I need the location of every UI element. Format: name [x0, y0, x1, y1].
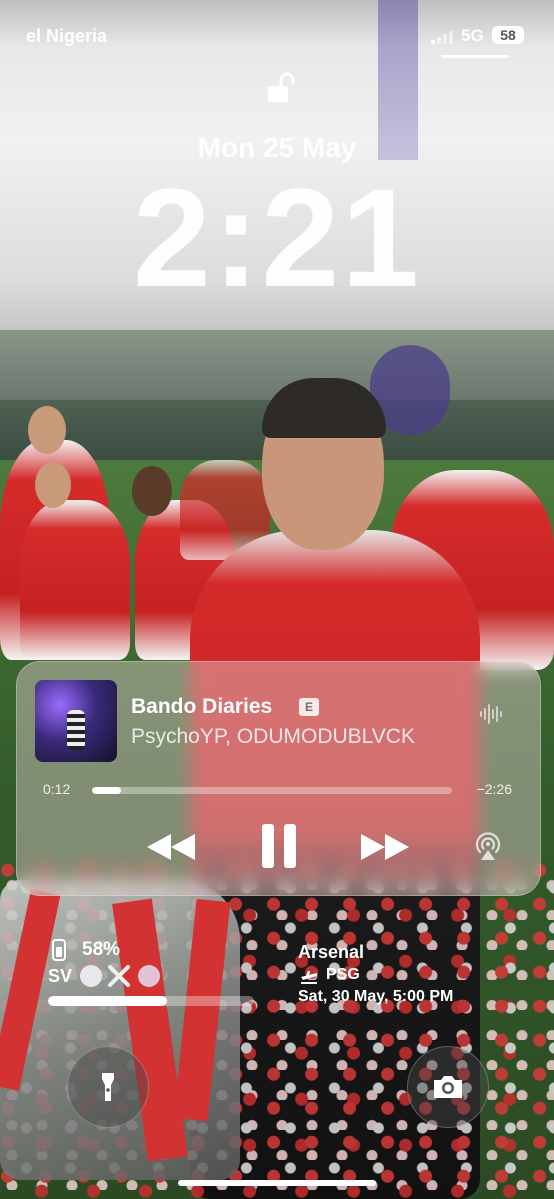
crossed-swords-icon	[106, 963, 132, 989]
battery-level-fill	[48, 996, 168, 1006]
signal-strength-icon	[431, 30, 455, 44]
smiling-devil-emoji-icon	[138, 965, 160, 987]
unlocked-padlock-icon	[268, 72, 295, 102]
fast-forward-icon[interactable]	[359, 832, 411, 862]
network-type: 5G	[461, 26, 484, 45]
battery-widget[interactable]: 58% SV	[48, 936, 258, 1008]
album-artwork[interactable]	[35, 680, 117, 762]
elapsed-time: 0:12	[43, 781, 71, 797]
playback-scrubber[interactable]	[92, 787, 452, 794]
control-center-grabber[interactable]	[441, 55, 509, 58]
away-team: PSG	[326, 966, 360, 983]
audio-waveform-icon	[480, 704, 502, 724]
kickoff-time: Sat, 30 May, 5:00 PM	[298, 988, 454, 1005]
explicit-badge: E	[299, 698, 319, 716]
widget-label: SV	[48, 966, 73, 986]
camera-icon	[434, 1076, 462, 1098]
song-artist: PsychoYP, ODUMODUBLVCK	[131, 725, 415, 748]
football-emoji-icon	[80, 965, 102, 987]
airplay-icon[interactable]	[473, 830, 503, 862]
status-bar: el Nigeria 5G 58	[0, 0, 554, 70]
rewind-icon[interactable]	[145, 832, 197, 862]
flashlight-icon	[102, 1073, 114, 1101]
home-team: Arsenal	[298, 942, 365, 962]
artwork-figure	[67, 710, 85, 750]
airplane-icon	[301, 971, 317, 984]
camera-button[interactable]	[407, 1046, 489, 1128]
carrier-name: el Nigeria	[26, 26, 108, 46]
song-title: Bando Diaries	[131, 695, 273, 718]
flashlight-button[interactable]	[67, 1046, 149, 1128]
lock-screen: el Nigeria 5G 58 Mon 25 May 2:21 Bando D…	[0, 0, 554, 1199]
playback-progress-fill	[92, 787, 121, 794]
battery-level-bar	[48, 996, 254, 1006]
battery-percentage: 58%	[82, 939, 121, 960]
remaining-time: −2:26	[476, 781, 512, 797]
pause-icon[interactable]	[259, 822, 299, 870]
lock-screen-clock: 2:21	[132, 159, 422, 316]
now-playing-widget[interactable]: Bando Diaries E PsychoYP, ODUMODUBLVCK 0…	[16, 661, 541, 896]
phone-icon	[52, 939, 66, 961]
battery-indicator: 58	[492, 26, 524, 44]
fixture-widget[interactable]: Arsenal PSG Sat, 30 May, 5:00 PM	[298, 940, 528, 1010]
home-indicator[interactable]	[178, 1180, 376, 1186]
